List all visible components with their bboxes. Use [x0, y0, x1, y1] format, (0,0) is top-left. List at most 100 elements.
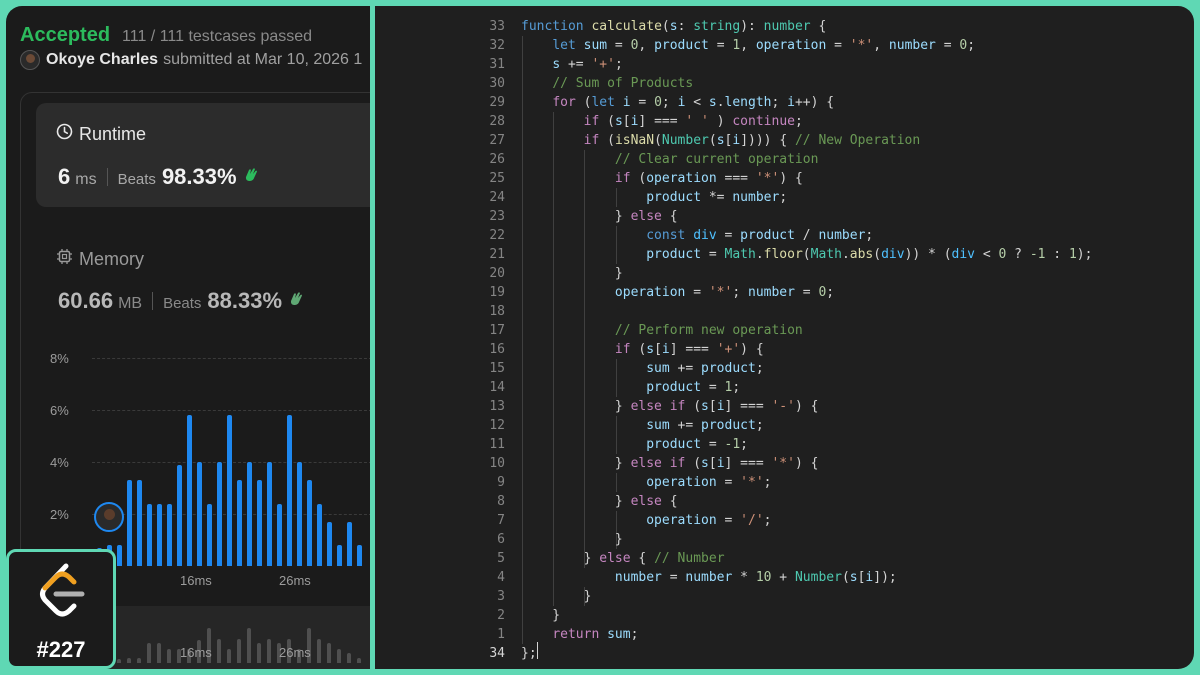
code-line: 17 // Perform new operation — [375, 321, 1194, 340]
line-number: 26 — [489, 152, 505, 167]
code-line: 18 — [375, 302, 1194, 321]
distribution-bar — [247, 462, 252, 566]
mini-x-tick-label: 26ms — [279, 645, 311, 660]
grid-line — [92, 410, 370, 411]
line-number: 24 — [489, 190, 505, 205]
status-row: Accepted 111 / 111 testcases passed — [20, 24, 312, 47]
line-number: 10 — [489, 456, 505, 471]
code-line: 32 let sum = 0, product = 1, operation =… — [375, 36, 1194, 55]
code-text: } else if (s[i] === '-') { — [521, 399, 819, 414]
code-text: // Clear current operation — [614, 152, 819, 167]
code-line: 28 if (s[i] === ' ' ) continue; — [375, 112, 1194, 131]
code-text: if (operation === '*') { — [614, 171, 803, 186]
line-number: 7 — [497, 513, 505, 528]
memory-value-row: 60.66 MB Beats 88.33% — [58, 288, 305, 314]
code-text: sum += product; — [646, 361, 764, 376]
line-number: 14 — [489, 380, 505, 395]
range-selector-bar — [137, 658, 141, 663]
problem-badge: #227 — [6, 549, 116, 669]
distribution-bar — [347, 521, 352, 566]
runtime-beats-value: 98.33% — [161, 164, 237, 189]
code-line: 33 function calculate(s: string): number … — [375, 17, 1194, 36]
line-number: 32 — [489, 38, 505, 53]
line-number: 13 — [489, 399, 505, 414]
line-number: 9 — [497, 475, 505, 490]
range-selector-bar — [337, 648, 341, 663]
runtime-title: Runtime — [79, 123, 147, 144]
code-line: 2 } — [375, 606, 1194, 625]
memory-beats-label: Beats — [163, 295, 202, 312]
distribution-bar — [137, 480, 142, 566]
code-line: 7 operation = '/'; — [375, 511, 1194, 530]
x-tick-label: 16ms — [180, 573, 212, 588]
code-text: product *= number; — [646, 190, 788, 205]
distribution-bar — [317, 503, 322, 566]
code-line: 4 number = number * 10 + Number(s[i]); — [375, 568, 1194, 587]
code-line: 26 // Clear current operation — [375, 150, 1194, 169]
memory-value: 60.66 — [58, 288, 114, 313]
distribution-bar — [117, 545, 122, 566]
code-line: 12 sum += product; — [375, 416, 1194, 435]
line-number: 25 — [489, 171, 505, 186]
code-line: 20 } — [375, 264, 1194, 283]
range-selector-bar — [217, 639, 221, 663]
code-text: } else { // Number — [521, 551, 725, 566]
code-text: } else { — [521, 209, 678, 224]
code-line: 21 product = Math.floor(Math.abs(div)) *… — [375, 245, 1194, 264]
code-line: 24 product *= number; — [375, 188, 1194, 207]
leetcode-logo-icon — [36, 562, 88, 627]
code-text: let sum = 0, product = 1, operation = '*… — [552, 38, 976, 53]
line-number: 23 — [489, 209, 505, 224]
distribution-bar — [297, 462, 302, 566]
memory-beats-value: 88.33% — [207, 288, 283, 313]
code-line: 8 } else { — [375, 492, 1194, 511]
line-number: 31 — [489, 57, 505, 72]
code-editor[interactable]: 33 function calculate(s: string): number … — [375, 6, 1194, 669]
line-number: 27 — [489, 133, 505, 148]
runtime-card[interactable]: Runtime 6 ms Beats 98.33% — [36, 103, 370, 207]
range-selector-bar — [257, 643, 261, 663]
code-text: if (s[i] === '+') { — [614, 342, 764, 357]
distribution-bar — [207, 503, 212, 566]
range-selector-bar — [357, 658, 361, 663]
code-line: 16 if (s[i] === '+') { — [375, 340, 1194, 359]
user-name[interactable]: Okoye Charles — [46, 51, 158, 69]
line-number: 15 — [489, 361, 505, 376]
memory-title: Memory — [79, 248, 145, 269]
code-text: for (let i = 0; i < s.length; i++) { — [552, 95, 835, 110]
user-avatar[interactable] — [20, 50, 40, 70]
code-line: 14 product = 1; — [375, 378, 1194, 397]
memory-title-row[interactable]: Memory — [56, 248, 144, 270]
line-number: 8 — [497, 494, 505, 509]
distribution-bar — [197, 462, 202, 566]
y-tick-label: 8% — [50, 351, 69, 366]
distribution-bar — [267, 462, 272, 566]
y-tick-label: 4% — [50, 455, 69, 470]
distribution-bar — [177, 464, 182, 566]
line-number: 1 — [497, 627, 505, 642]
runtime-value: 6 — [58, 164, 71, 189]
chip-icon — [56, 248, 79, 270]
code-line: 11 product = -1; — [375, 435, 1194, 454]
line-number: 6 — [497, 532, 505, 547]
your-submission-avatar[interactable] — [94, 502, 124, 532]
y-tick-label: 2% — [50, 507, 69, 522]
code-text: operation = '*'; number = 0; — [614, 285, 835, 300]
runtime-value-row: 6 ms Beats 98.33% — [58, 164, 260, 190]
line-number: 19 — [489, 285, 505, 300]
code-line: 3 } — [375, 587, 1194, 606]
code-text: operation = '*'; — [646, 475, 772, 490]
range-selector-bar — [167, 648, 171, 663]
code-line: 23 } else { — [375, 207, 1194, 226]
distribution-bar — [187, 415, 192, 566]
line-number: 5 — [497, 551, 505, 566]
code-text: function calculate(s: string): number { — [521, 19, 827, 34]
distribution-bar — [257, 480, 262, 566]
code-text: sum += product; — [646, 418, 764, 433]
line-number: 3 — [497, 589, 505, 604]
runtime-title-row: Runtime — [56, 123, 146, 145]
line-number: 18 — [489, 304, 505, 319]
line-number: 21 — [489, 247, 505, 262]
distribution-bar — [337, 545, 342, 566]
range-selector-bar — [117, 658, 121, 663]
